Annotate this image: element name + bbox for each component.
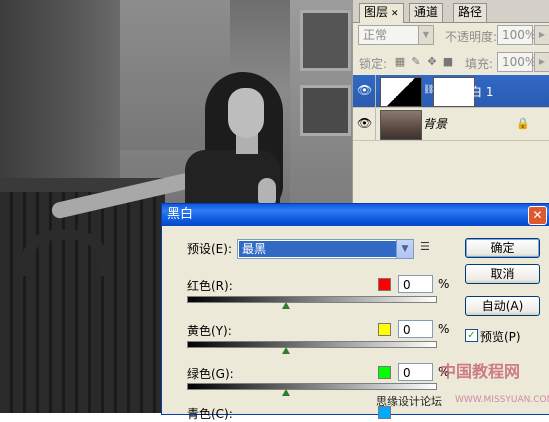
dialog-title: 黑白	[167, 207, 194, 222]
chevron-down-icon[interactable]: ▼	[396, 240, 413, 258]
chevron-down-icon: ▼	[418, 26, 433, 44]
chevron-right-icon[interactable]: ▶	[534, 52, 549, 72]
opacity-field[interactable]: 100%	[497, 25, 536, 45]
percent-sign: %	[438, 277, 450, 291]
preset-value: 最黑	[239, 241, 396, 257]
adjustment-thumbnail	[380, 77, 422, 107]
black-white-dialog: 黑白 ✕ 预设(E): 最黑 ▼ ☰ 红色(R): 0 % 黄色(Y): 0 %…	[161, 203, 549, 421]
preview-checkbox[interactable]: ✓	[465, 329, 478, 342]
preset-options-icon[interactable]: ☰	[420, 241, 432, 253]
background-thumbnail	[380, 110, 422, 140]
preview-label: 预览(P)	[480, 330, 521, 344]
auto-button[interactable]: 自动(A)	[465, 296, 540, 316]
color-swatch-red	[378, 278, 391, 291]
building-window	[300, 10, 351, 71]
close-button[interactable]: ✕	[528, 206, 547, 225]
percent-sign: %	[438, 322, 450, 336]
lock-icon: 🔒	[516, 117, 530, 130]
red-slider-thumb[interactable]	[282, 302, 291, 309]
layer-row-black-white[interactable]: 👁 ⛓ 黑白 1	[353, 75, 549, 108]
green-value-input[interactable]: 0	[398, 363, 433, 381]
divider	[375, 108, 376, 140]
eye-icon[interactable]: 👁	[357, 116, 372, 130]
channel-label-green: 绿色(G):	[187, 367, 234, 381]
opacity-label: 不透明度:	[445, 30, 498, 44]
color-swatch-yellow	[378, 323, 391, 336]
watermark-text: 思缘设计论坛	[376, 395, 442, 408]
lock-transparency-icon[interactable]: ▦	[393, 55, 407, 69]
green-slider-thumb[interactable]	[282, 389, 291, 396]
ok-button[interactable]: 确定	[465, 238, 540, 258]
color-swatch-green	[378, 366, 391, 379]
preset-label: 预设(E):	[187, 242, 232, 256]
fill-label: 填充:	[465, 57, 494, 71]
channel-label-red: 红色(R):	[187, 279, 233, 293]
layers-panel: 图层 ✕ 通道 路径 正常 ▼ 不透明度: 100% ▶ 锁定: ▦ ✎ ✥ ■ …	[352, 0, 549, 205]
yellow-value-input[interactable]: 0	[398, 320, 433, 338]
red-value-input[interactable]: 0	[398, 275, 433, 293]
layer-name: 背景	[423, 117, 448, 131]
watermark-url: WWW.MISSYUAN.COM	[455, 395, 549, 405]
lock-row: 锁定: ▦ ✎ ✥ ■ 填充: 100% ▶	[353, 51, 549, 75]
red-slider-track[interactable]	[187, 296, 437, 303]
panel-tabs: 图层 ✕ 通道 路径	[353, 0, 549, 23]
lock-label: 锁定:	[359, 57, 388, 71]
blend-row: 正常 ▼ 不透明度: 100% ▶	[353, 25, 549, 49]
tab-channels[interactable]: 通道	[409, 3, 444, 22]
bench	[0, 178, 165, 413]
dialog-titlebar[interactable]: 黑白 ✕	[162, 204, 549, 226]
watermark-brand: 中国教程网	[440, 362, 521, 381]
close-icon[interactable]: ✕	[391, 9, 399, 19]
layer-row-background[interactable]: 👁 背景 🔒	[353, 108, 549, 141]
person-face	[228, 88, 264, 138]
blend-mode-select[interactable]: 正常 ▼	[358, 25, 434, 45]
chevron-right-icon[interactable]: ▶	[534, 25, 549, 45]
fill-field[interactable]: 100%	[497, 52, 536, 72]
divider	[375, 75, 376, 107]
lock-icon[interactable]: ■	[441, 55, 455, 69]
yellow-slider-thumb[interactable]	[282, 347, 291, 354]
channel-label-yellow: 黄色(Y):	[187, 324, 232, 338]
preset-select[interactable]: 最黑 ▼	[237, 239, 414, 259]
tab-paths[interactable]: 路径	[453, 3, 488, 22]
brush-icon[interactable]: ✎	[409, 55, 423, 69]
green-slider-track[interactable]	[187, 383, 437, 390]
building-left	[0, 0, 120, 185]
channel-label-cyan: 青色(C):	[187, 407, 233, 421]
eye-icon[interactable]: 👁	[357, 83, 372, 97]
tab-layers[interactable]: 图层 ✕	[359, 3, 404, 23]
cancel-button[interactable]: 取消	[465, 264, 540, 284]
layer-name: 黑白 1	[458, 85, 494, 99]
move-icon[interactable]: ✥	[425, 55, 439, 69]
yellow-slider-track[interactable]	[187, 341, 437, 348]
building-window	[300, 85, 351, 136]
